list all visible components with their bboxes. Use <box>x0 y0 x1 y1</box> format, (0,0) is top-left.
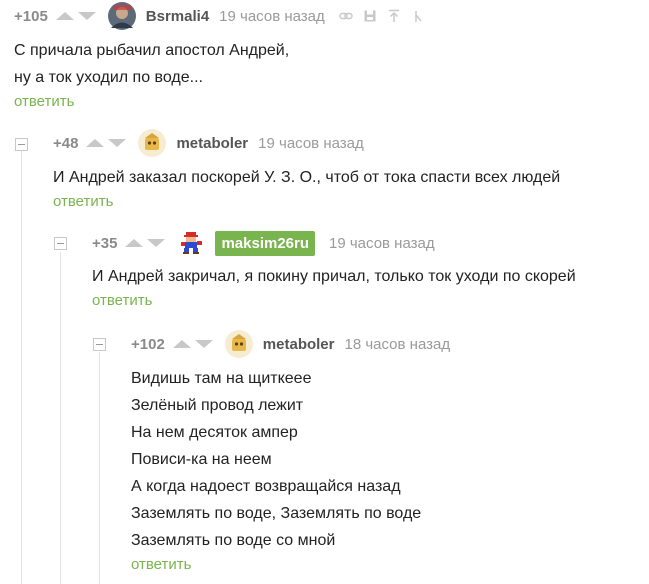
compare-icon[interactable] <box>411 9 425 23</box>
timestamp[interactable]: 19 часов назад <box>258 135 364 152</box>
rating: +48 <box>53 134 79 152</box>
comment: +102 metaboler 18 часов назад Видишь там… <box>131 330 644 573</box>
reply-link[interactable]: ответить <box>53 193 643 210</box>
author-name[interactable]: metaboler <box>176 135 248 152</box>
thread-line-level-1 <box>21 150 22 584</box>
comment-text: С причала рыбачил апостол Андрей, ну а т… <box>14 37 644 91</box>
vote-down-icon[interactable] <box>77 12 96 20</box>
avatar[interactable] <box>138 129 167 157</box>
reply-link[interactable]: ответить <box>14 93 644 110</box>
timestamp[interactable]: 19 часов назад <box>329 235 435 252</box>
avatar[interactable] <box>224 330 253 358</box>
thread-line-level-2 <box>60 252 61 584</box>
comment-header: +102 metaboler 18 часов назад <box>131 330 644 358</box>
comment-text: И Андрей закричал, я покину причал, толь… <box>92 263 644 290</box>
comment-tools <box>339 9 425 23</box>
comment-line: Видишь там на щиткеее <box>131 370 312 387</box>
comment-line: Заземлять по воде со мной <box>131 532 336 549</box>
comment-text: Видишь там на щиткеее Зелёный провод леж… <box>131 365 644 554</box>
vote-up-icon[interactable] <box>86 139 105 147</box>
comment-line: А когда надоест возвращайся назад <box>131 478 401 495</box>
comment-line: ну а ток уходил по воде... <box>14 69 203 86</box>
comment-header: +48 metaboler 19 часов назад <box>53 129 643 157</box>
vote-down-icon[interactable] <box>108 139 127 147</box>
collapse-toggle-icon[interactable] <box>15 138 28 151</box>
vote-up-icon[interactable] <box>55 12 74 20</box>
comment-line: И Андрей заказал поскорей У. З. О., чтоб… <box>53 169 561 186</box>
rating: +105 <box>14 7 48 25</box>
author-name[interactable]: maksim26ru <box>215 230 316 256</box>
save-icon[interactable] <box>363 9 377 23</box>
collapse-toggle-icon[interactable] <box>54 237 67 250</box>
go-to-parent-icon[interactable] <box>387 9 401 23</box>
rating: +35 <box>92 234 118 252</box>
comment-text: И Андрей заказал поскорей У. З. О., чтоб… <box>53 164 643 191</box>
comment: +105 Bsrmali4 19 часов назад С причала р… <box>14 2 644 110</box>
comment: +48 metaboler 19 часов назад И Андрей за… <box>53 129 643 210</box>
vote-down-icon[interactable] <box>194 340 213 348</box>
thread-line-level-3 <box>99 352 100 584</box>
comment-header: +105 Bsrmali4 19 часов назад <box>14 2 644 30</box>
author-name[interactable]: Bsrmali4 <box>146 8 209 25</box>
collapse-toggle-icon[interactable] <box>93 338 106 351</box>
comment-line: И Андрей закричал, я покину причал, толь… <box>92 268 576 285</box>
comment-line: Зелёный провод лежит <box>131 397 304 414</box>
timestamp[interactable]: 19 часов назад <box>219 8 325 25</box>
vote-up-icon[interactable] <box>172 340 191 348</box>
reply-link[interactable]: ответить <box>131 556 644 573</box>
comments-page: +105 Bsrmali4 19 часов назад С причала р… <box>0 0 649 584</box>
comment-line: Заземлять по воде, Заземлять по воде <box>131 505 422 522</box>
vote-up-icon[interactable] <box>125 239 144 247</box>
comment-header: +35 maksim26ru 19 часов назад <box>92 229 644 257</box>
author-name[interactable]: metaboler <box>263 336 335 353</box>
comment: +35 maksim26ru 19 часов назад И Андрей з… <box>92 229 644 309</box>
comment-line: На нем десяток ампер <box>131 424 298 441</box>
comment-line: С причала рыбачил апостол Андрей, <box>14 42 290 59</box>
avatar[interactable] <box>107 2 136 30</box>
link-icon[interactable] <box>339 9 353 23</box>
timestamp[interactable]: 18 часов назад <box>345 336 451 353</box>
rating: +102 <box>131 335 165 353</box>
vote-down-icon[interactable] <box>147 239 166 247</box>
comment-line: Повиси-ка на неем <box>131 451 272 468</box>
avatar[interactable] <box>177 229 205 257</box>
reply-link[interactable]: ответить <box>92 292 644 309</box>
